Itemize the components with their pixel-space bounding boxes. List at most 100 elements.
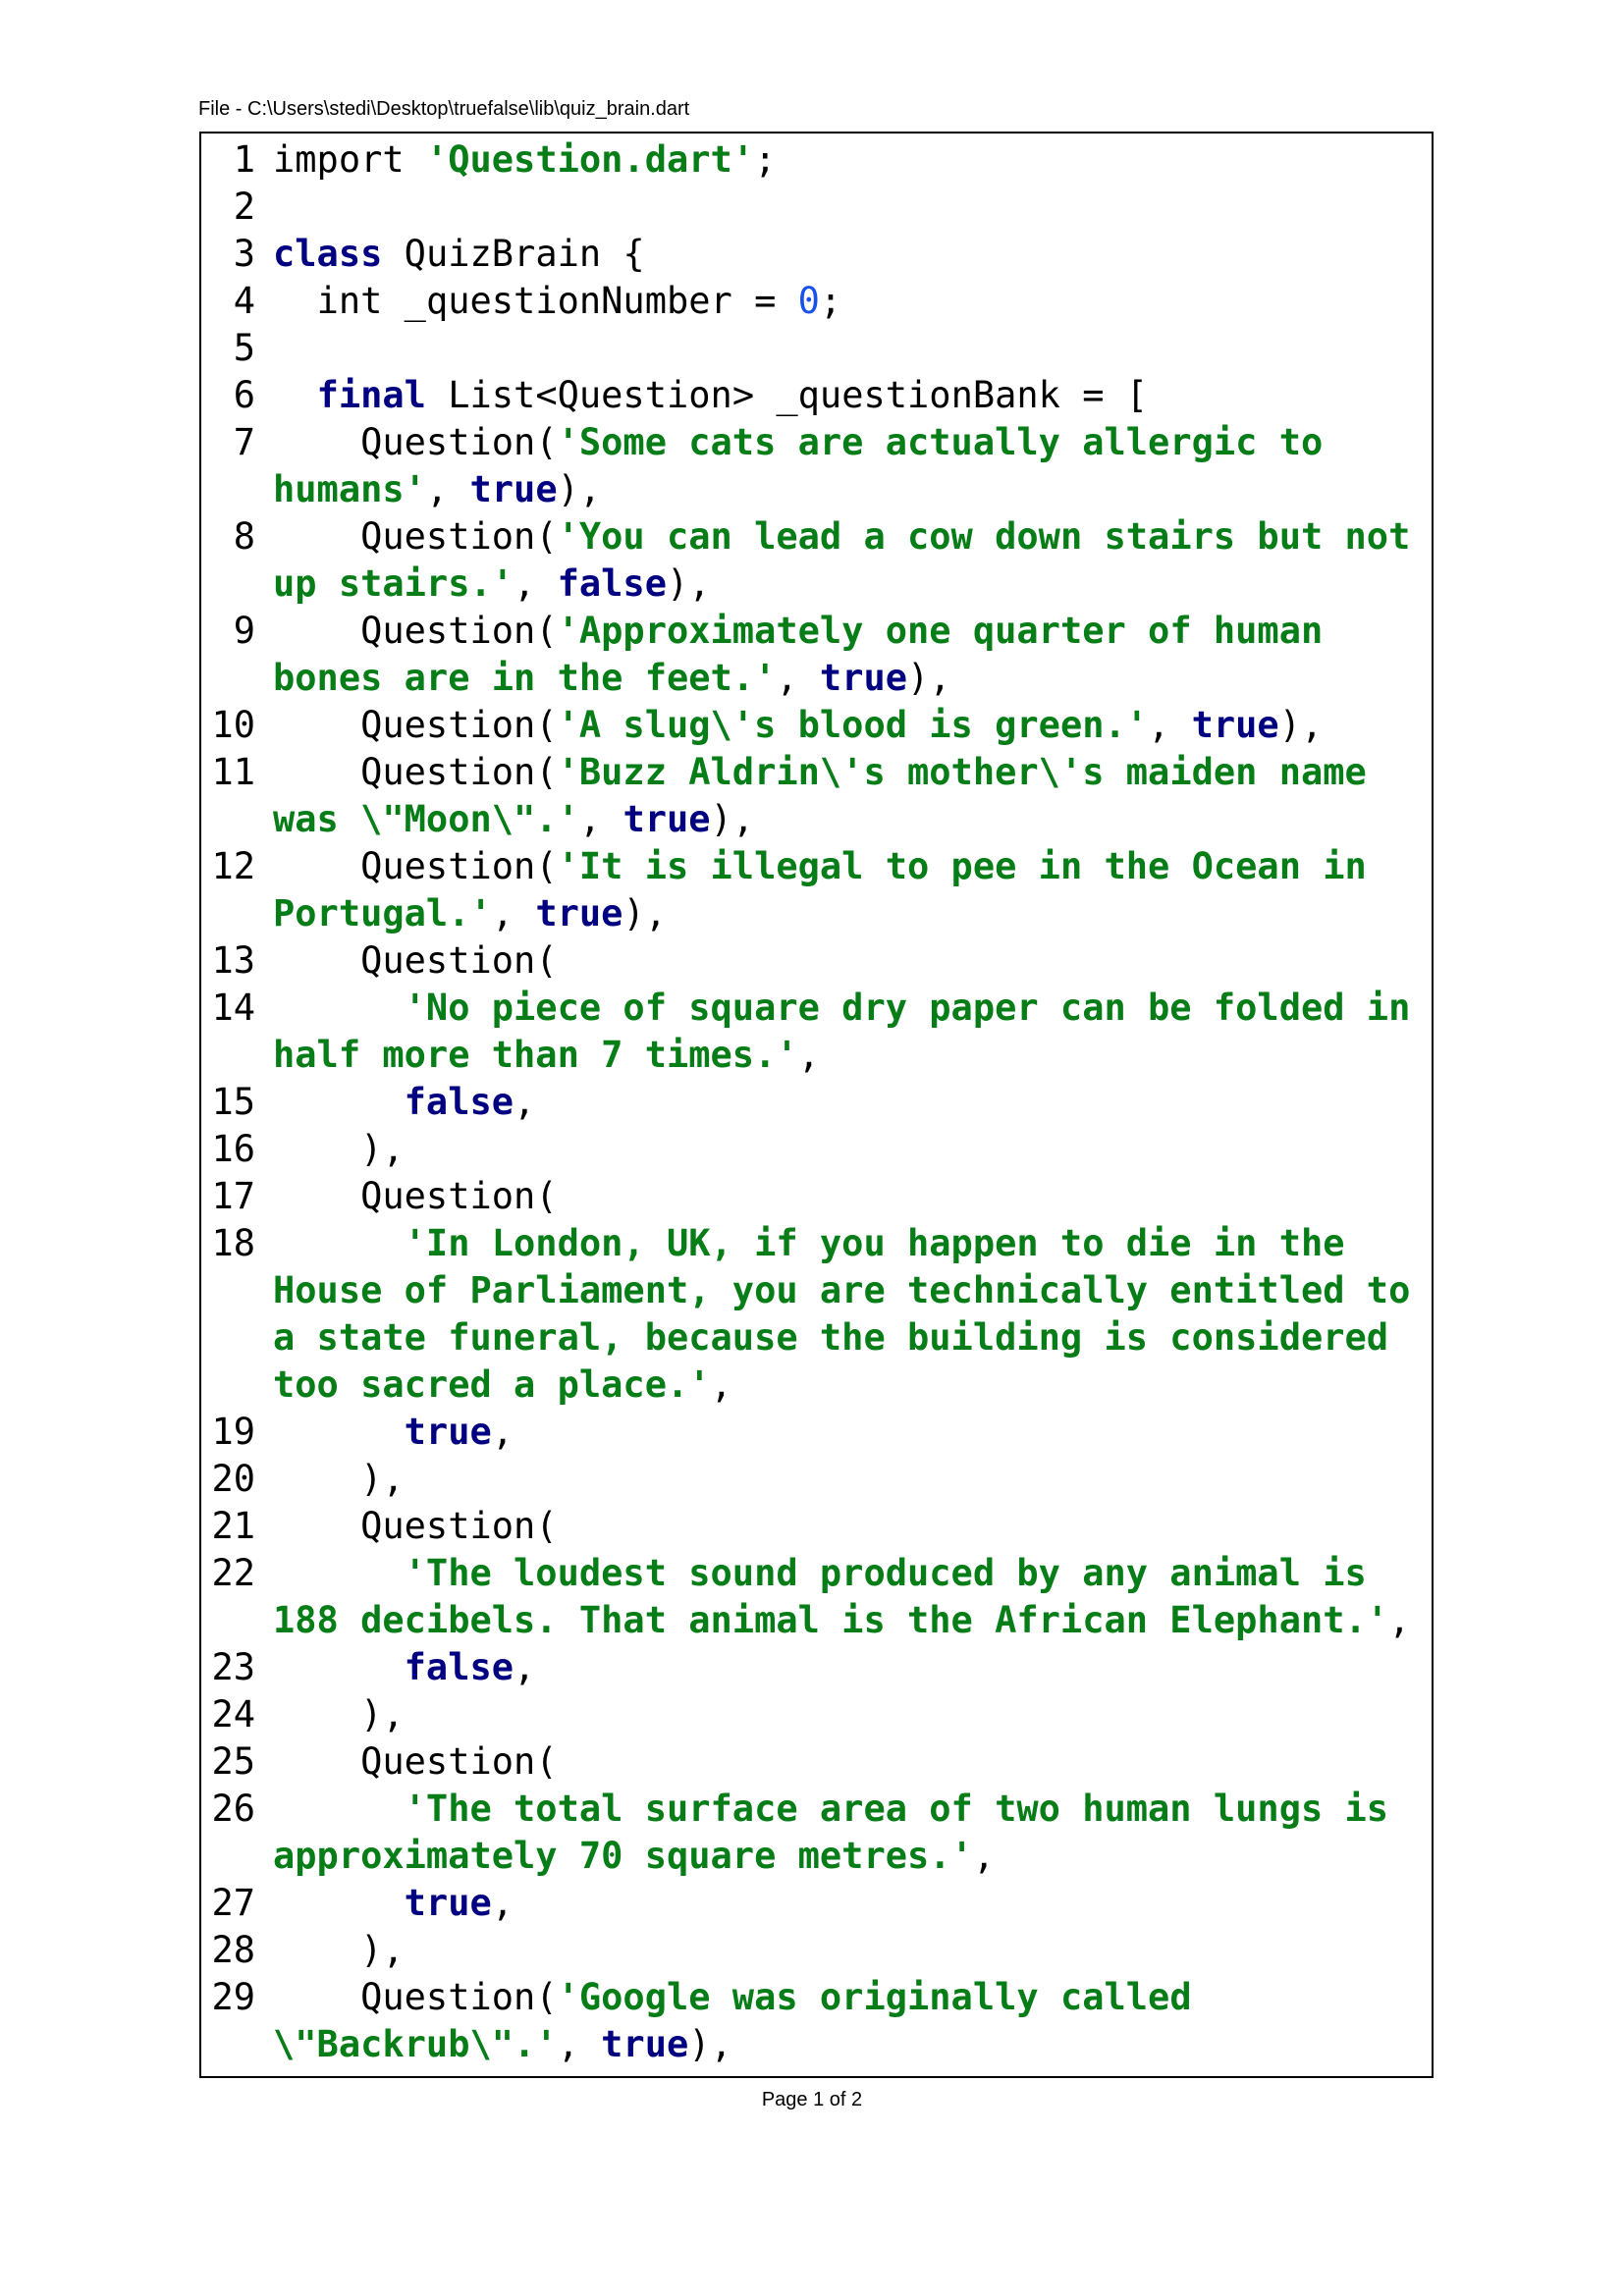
line-code: ​ — [273, 325, 1432, 372]
keyword-token: true — [469, 468, 558, 510]
line-code: false, — [273, 1079, 1432, 1126]
code-token: ), — [273, 1458, 405, 1500]
code-token: , — [972, 1835, 996, 1877]
code-line: 14 'No piece of square dry paper can be … — [201, 985, 1432, 1079]
code-line: 18 'In London, UK, if you happen to die … — [201, 1220, 1432, 1409]
code-token: Question( — [273, 1976, 558, 2018]
keyword-token: false — [404, 1646, 514, 1688]
code-line: 26 'The total surface area of two human … — [201, 1786, 1432, 1880]
code-line: 8 Question('You can lead a cow down stai… — [201, 513, 1432, 608]
code-line: 27 true, — [201, 1880, 1432, 1927]
code-line: 5​ — [201, 325, 1432, 372]
line-code: final List<Question> _questionBank = [ — [273, 372, 1432, 419]
line-code: Question('Approximately one quarter of h… — [273, 608, 1432, 702]
code-token: , — [514, 1081, 536, 1123]
line-code: int _questionNumber = 0; — [273, 278, 1432, 325]
keyword-token: true — [601, 2023, 689, 2065]
keyword-token: final — [316, 374, 426, 416]
line-number: 1 — [233, 138, 255, 181]
code-token: import — [273, 138, 426, 181]
line-code: class QuizBrain { — [273, 231, 1432, 278]
keyword-token: false — [404, 1081, 514, 1123]
code-token: , — [557, 2023, 602, 2065]
file-path-header: File - C:\Users\stedi\Desktop\truefalse\… — [198, 98, 690, 120]
code-line: 21 Question( — [201, 1503, 1432, 1550]
number-token: 0 — [797, 280, 820, 322]
code-line: 11 Question('Buzz Aldrin\'s mother\'s ma… — [201, 749, 1432, 843]
line-code: Question('A slug\'s blood is green.', tr… — [273, 702, 1432, 749]
line-number: 16 — [211, 1128, 255, 1170]
code-token: , — [578, 798, 623, 840]
keyword-token: true — [404, 1882, 492, 1924]
code-line: 9 Question('Approximately one quarter of… — [201, 608, 1432, 702]
code-token: Question( — [273, 1505, 558, 1547]
code-line: 22 'The loudest sound produced by any an… — [201, 1550, 1432, 1644]
keyword-token: class — [273, 233, 383, 275]
line-code: false, — [273, 1644, 1432, 1691]
string-token: 'A slug\'s blood is green.' — [557, 704, 1149, 746]
line-number: 27 — [211, 1882, 255, 1924]
line-number: 11 — [211, 751, 255, 793]
code-token: , — [1388, 1599, 1411, 1641]
code-listing: 1import 'Question.dart';2​3class QuizBra… — [199, 132, 1434, 2078]
line-code: Question( — [273, 1173, 1432, 1220]
line-code: Question( — [273, 1503, 1432, 1550]
code-token: int _questionNumber = — [273, 280, 798, 322]
line-code: Question( — [273, 937, 1432, 985]
line-code: 'The total surface area of two human lun… — [273, 1786, 1432, 1880]
code-token: ), — [907, 657, 951, 699]
keyword-token: false — [557, 562, 667, 605]
line-code: Question('Some cats are actually allergi… — [273, 419, 1432, 513]
code-token: ), — [710, 798, 755, 840]
code-line: 19 true, — [201, 1409, 1432, 1456]
line-number: 29 — [211, 1976, 255, 2018]
code-line: 16 ), — [201, 1126, 1432, 1173]
line-code: 'The loudest sound produced by any anima… — [273, 1550, 1432, 1644]
code-line: 29 Question('Google was originally calle… — [201, 1974, 1432, 2068]
code-token: List<Question> _questionBank = [ — [425, 374, 1149, 416]
line-number: 14 — [211, 987, 255, 1029]
line-code: Question('It is illegal to pee in the Oc… — [273, 843, 1432, 937]
line-number: 3 — [233, 233, 255, 275]
line-code: 'In London, UK, if you happen to die in … — [273, 1220, 1432, 1409]
keyword-token: true — [819, 657, 908, 699]
line-number: 6 — [233, 374, 255, 416]
code-token: , — [491, 892, 536, 934]
line-code: 'No piece of square dry paper can be fol… — [273, 985, 1432, 1079]
line-number: 19 — [211, 1411, 255, 1453]
line-number: 22 — [211, 1552, 255, 1594]
line-number: 20 — [211, 1458, 255, 1500]
code-token: , — [491, 1411, 514, 1453]
code-token: ), — [557, 468, 602, 510]
line-number: 28 — [211, 1929, 255, 1971]
keyword-token: true — [1191, 704, 1279, 746]
code-line: 4 int _questionNumber = 0; — [201, 278, 1432, 325]
code-token: Question( — [273, 610, 558, 652]
code-line: 24 ), — [201, 1691, 1432, 1738]
line-number: 17 — [211, 1175, 255, 1217]
line-code: ), — [273, 1927, 1432, 1974]
line-number: 9 — [233, 610, 255, 652]
line-code: true, — [273, 1880, 1432, 1927]
line-code: Question('Buzz Aldrin\'s mother\'s maide… — [273, 749, 1432, 843]
line-number: 24 — [211, 1693, 255, 1735]
code-token: ), — [273, 1128, 405, 1170]
code-line: 28 ), — [201, 1927, 1432, 1974]
code-token: , — [710, 1363, 732, 1406]
code-token: ; — [819, 280, 842, 322]
code-token: ), — [273, 1693, 405, 1735]
line-number: 4 — [233, 280, 255, 322]
code-token: Question( — [273, 939, 558, 982]
code-line: 10 Question('A slug\'s blood is green.',… — [201, 702, 1432, 749]
line-number: 7 — [233, 421, 255, 463]
line-number: 23 — [211, 1646, 255, 1688]
code-lines: 1import 'Question.dart';2​3class QuizBra… — [201, 136, 1432, 2068]
code-token: , — [491, 1882, 514, 1924]
